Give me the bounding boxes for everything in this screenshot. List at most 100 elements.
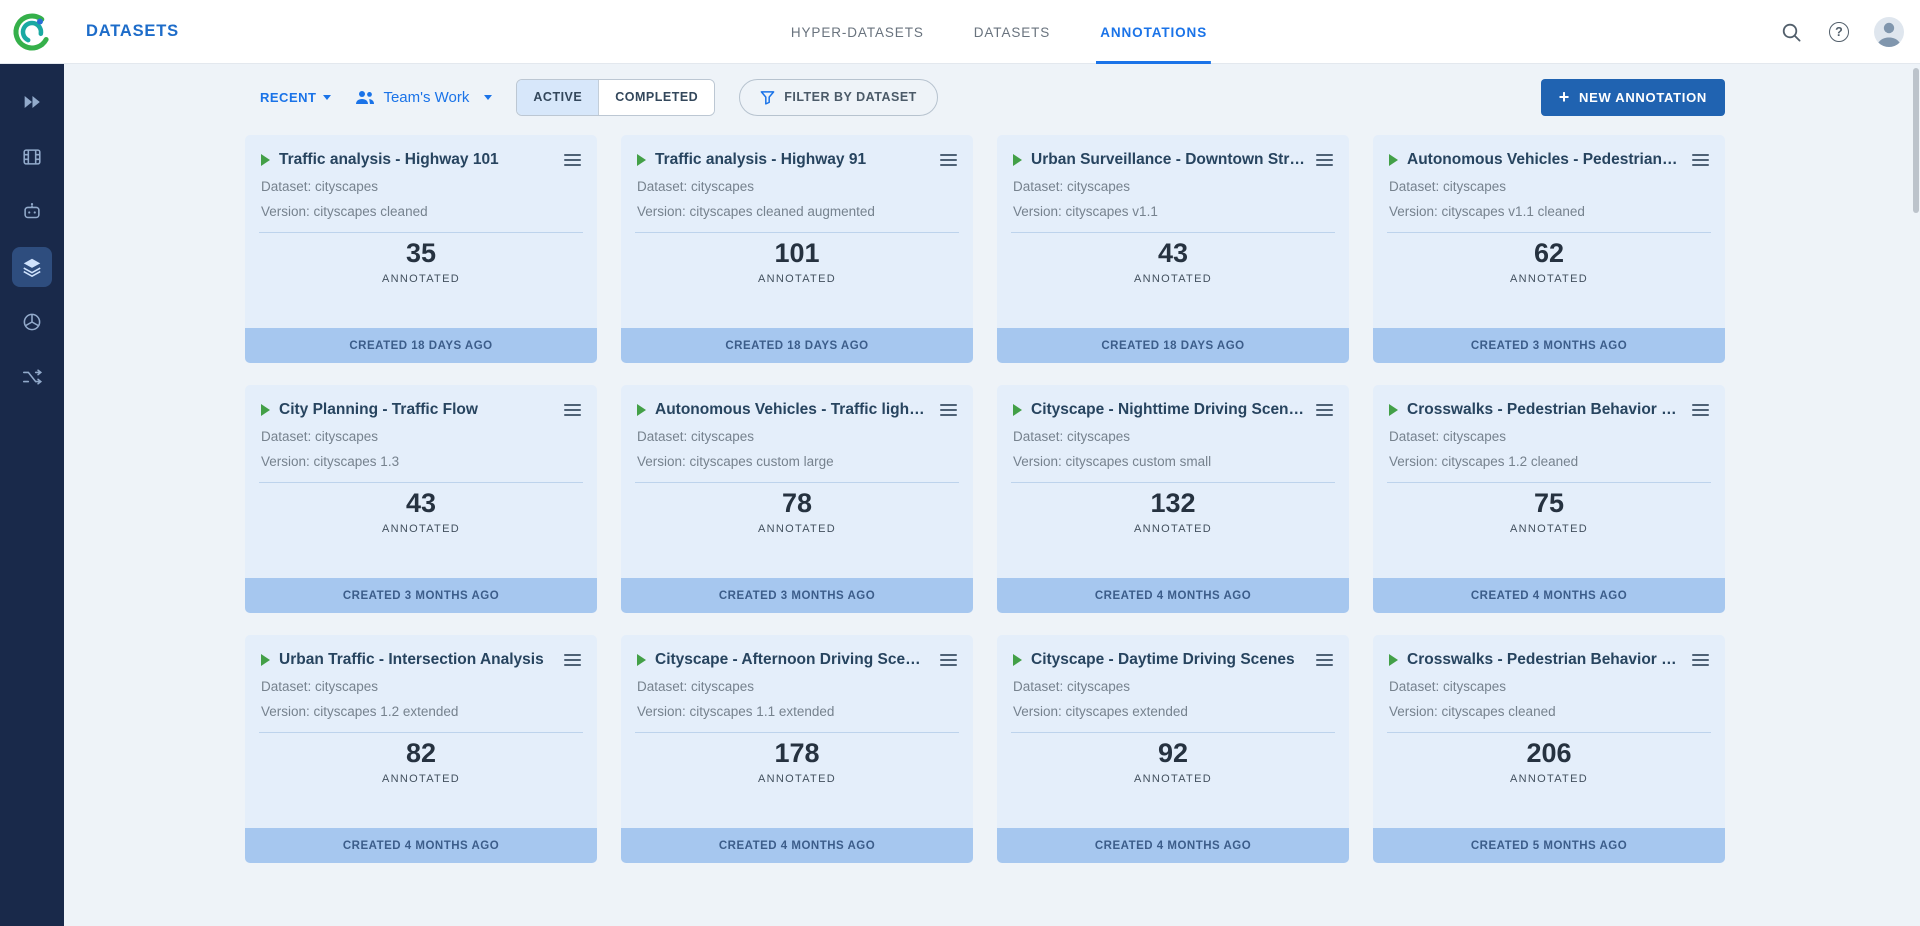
card-title: Traffic analysis - Highway 91 [655, 151, 929, 169]
card-divider [635, 232, 959, 233]
scope-dropdown-label: Team's Work [383, 89, 469, 106]
card-created-label: CREATED 5 MONTHS AGO [1373, 828, 1725, 863]
card-menu-icon[interactable] [562, 651, 583, 669]
annotated-label: ANNOTATED [621, 273, 973, 285]
annotated-count: 206 [1373, 738, 1725, 769]
play-icon [637, 404, 646, 416]
sort-dropdown[interactable]: RECENT [260, 90, 331, 105]
card-created-label: CREATED 4 MONTHS AGO [997, 828, 1349, 863]
card-header: Traffic analysis - Highway 91 [621, 135, 973, 169]
card-header: Autonomous Vehicles - Pedestrian … [1373, 135, 1725, 169]
chevron-down-icon [484, 95, 492, 100]
card-menu-icon[interactable] [1314, 401, 1335, 419]
card-header: Cityscape - Daytime Driving Scenes [997, 635, 1349, 669]
annotation-card[interactable]: Autonomous Vehicles - Traffic light … Da… [621, 385, 973, 613]
annotation-card[interactable]: Autonomous Vehicles - Pedestrian … Datas… [1373, 135, 1725, 363]
play-icon [1389, 154, 1398, 166]
card-dataset-label: Dataset: cityscapes [245, 679, 597, 694]
toggle-active[interactable]: ACTIVE [517, 80, 598, 115]
toggle-completed[interactable]: COMPLETED [598, 80, 714, 115]
card-menu-icon[interactable] [1690, 401, 1711, 419]
scope-dropdown[interactable]: Team's Work [355, 89, 492, 106]
sphere-icon[interactable] [12, 302, 52, 342]
card-dataset-label: Dataset: cityscapes [621, 679, 973, 694]
search-icon[interactable] [1778, 19, 1804, 45]
card-created-label: CREATED 18 DAYS AGO [997, 328, 1349, 363]
pipelines-icon[interactable] [12, 357, 52, 397]
tab-annotations[interactable]: ANNOTATIONS [1096, 0, 1211, 64]
card-menu-icon[interactable] [938, 151, 959, 169]
top-bar: DATASETS HYPER-DATASETS DATASETS ANNOTATIO… [0, 0, 1920, 64]
card-version-label: Version: cityscapes v1.1 [997, 204, 1349, 219]
card-title: Cityscape - Nighttime Driving Scenes [1031, 401, 1305, 419]
annotated-count: 62 [1373, 238, 1725, 269]
film-grid-icon[interactable] [12, 137, 52, 177]
annotation-card[interactable]: Cityscape - Afternoon Driving Scenes Dat… [621, 635, 973, 863]
help-icon[interactable]: ? [1826, 19, 1852, 45]
annotation-card[interactable]: Urban Traffic - Intersection Analysis Da… [245, 635, 597, 863]
new-annotation-button[interactable]: + NEW ANNOTATION [1541, 79, 1725, 116]
annotation-card[interactable]: Urban Surveillance - Downtown Stre… Data… [997, 135, 1349, 363]
filter-by-dataset-button[interactable]: FILTER BY DATASET [739, 79, 938, 116]
card-divider [259, 482, 583, 483]
play-icon [1389, 404, 1398, 416]
card-menu-icon[interactable] [1690, 651, 1711, 669]
tab-datasets[interactable]: DATASETS [970, 0, 1054, 64]
annotated-count: 78 [621, 488, 973, 519]
card-divider [1011, 232, 1335, 233]
card-dataset-label: Dataset: cityscapes [245, 179, 597, 194]
annotation-card[interactable]: Cityscape - Nighttime Driving Scenes Dat… [997, 385, 1349, 613]
annotation-card[interactable]: City Planning - Traffic Flow Dataset: ci… [245, 385, 597, 613]
annotated-label: ANNOTATED [245, 523, 597, 535]
card-divider [635, 732, 959, 733]
card-title: Traffic analysis - Highway 101 [279, 151, 553, 169]
card-menu-icon[interactable] [1314, 151, 1335, 169]
card-header: Urban Surveillance - Downtown Stre… [997, 135, 1349, 169]
annotation-card[interactable]: Cityscape - Daytime Driving Scenes Datas… [997, 635, 1349, 863]
card-divider [1011, 482, 1335, 483]
play-icon [261, 654, 270, 666]
card-dataset-label: Dataset: cityscapes [621, 429, 973, 444]
annotated-count: 132 [997, 488, 1349, 519]
card-menu-icon[interactable] [938, 401, 959, 419]
annotation-card[interactable]: Traffic analysis - Highway 101 Dataset: … [245, 135, 597, 363]
annotated-label: ANNOTATED [997, 273, 1349, 285]
card-menu-icon[interactable] [938, 651, 959, 669]
play-icon [261, 154, 270, 166]
play-icon [637, 654, 646, 666]
annotation-card[interactable]: Crosswalks - Pedestrian Behavior P… Data… [1373, 385, 1725, 613]
card-menu-icon[interactable] [1314, 651, 1335, 669]
app-logo[interactable] [0, 0, 64, 64]
robot-icon[interactable] [12, 192, 52, 232]
play-icon [1013, 404, 1022, 416]
tab-hyper-datasets[interactable]: HYPER-DATASETS [787, 0, 928, 64]
fast-forward-icon[interactable] [12, 82, 52, 122]
card-dataset-label: Dataset: cityscapes [621, 179, 973, 194]
card-created-label: CREATED 4 MONTHS AGO [997, 578, 1349, 613]
card-version-label: Version: cityscapes extended [997, 704, 1349, 719]
annotation-card[interactable]: Crosswalks - Pedestrian Behavior P… Data… [1373, 635, 1725, 863]
card-header: City Planning - Traffic Flow [245, 385, 597, 419]
card-dataset-label: Dataset: cityscapes [1373, 179, 1725, 194]
chevron-down-icon [323, 95, 331, 100]
card-created-label: CREATED 4 MONTHS AGO [245, 828, 597, 863]
play-icon [261, 404, 270, 416]
layers-icon[interactable] [12, 247, 52, 287]
funnel-icon [760, 90, 775, 105]
card-created-label: CREATED 18 DAYS AGO [621, 328, 973, 363]
annotated-label: ANNOTATED [621, 523, 973, 535]
scrollbar-thumb[interactable] [1913, 68, 1919, 213]
card-version-label: Version: cityscapes 1.1 extended [621, 704, 973, 719]
page-title: DATASETS [86, 22, 179, 41]
card-header: Traffic analysis - Highway 101 [245, 135, 597, 169]
card-menu-icon[interactable] [562, 401, 583, 419]
annotation-card[interactable]: Traffic analysis - Highway 91 Dataset: c… [621, 135, 973, 363]
main-tabs: HYPER-DATASETS DATASETS ANNOTATIONS [787, 0, 1211, 64]
user-avatar-icon[interactable] [1874, 17, 1904, 47]
card-header: Cityscape - Nighttime Driving Scenes [997, 385, 1349, 419]
card-menu-icon[interactable] [1690, 151, 1711, 169]
card-menu-icon[interactable] [562, 151, 583, 169]
card-dataset-label: Dataset: cityscapes [997, 679, 1349, 694]
card-version-label: Version: cityscapes 1.2 extended [245, 704, 597, 719]
play-icon [1013, 154, 1022, 166]
